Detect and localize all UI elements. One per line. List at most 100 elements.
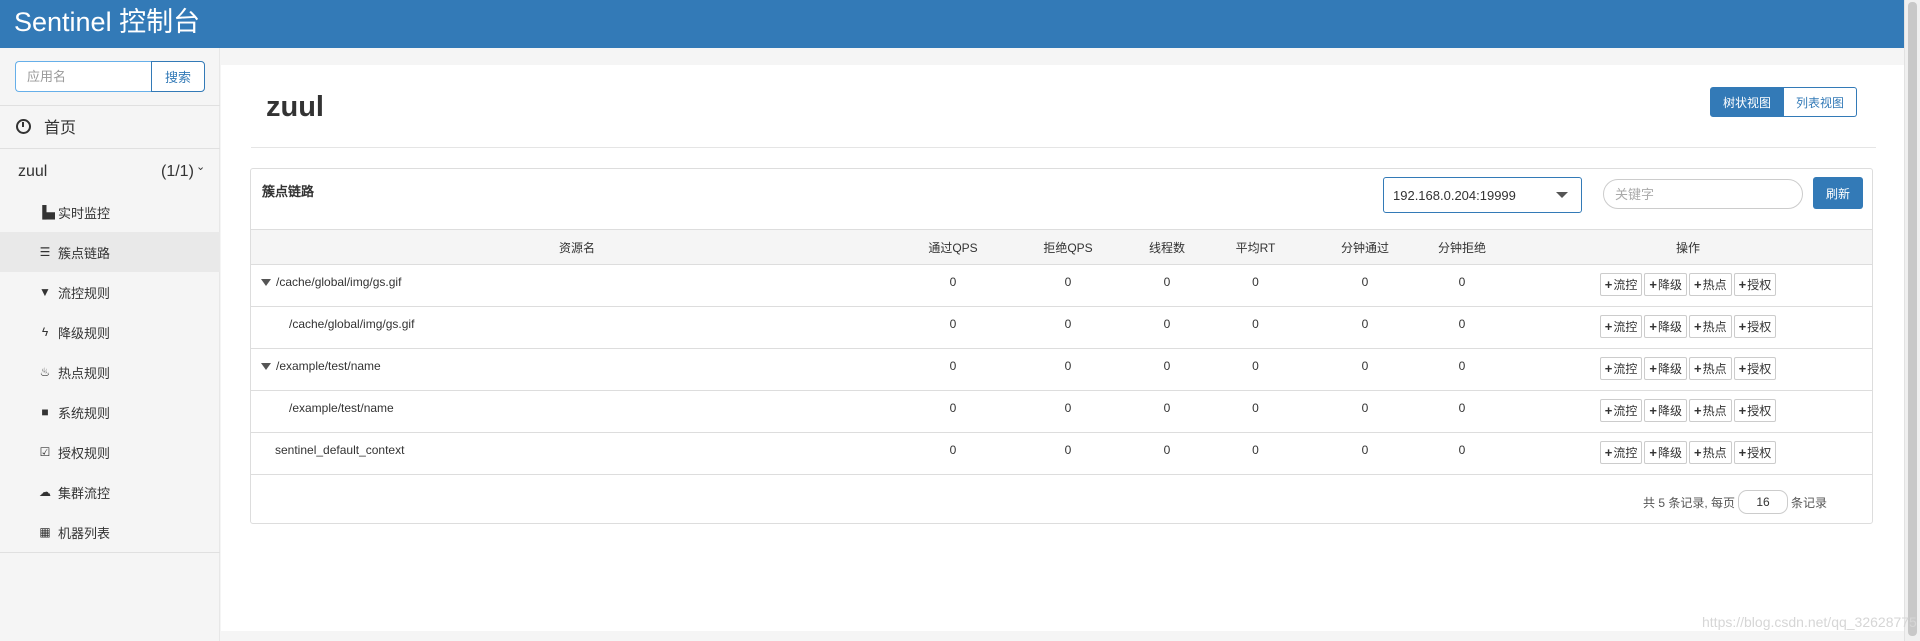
add-rule-button[interactable]: +授权 [1733,441,1777,464]
scrollbar[interactable] [1904,0,1920,641]
add-rule-button[interactable]: +流控 [1599,357,1643,380]
sidebar-item-label: 实时监控 [58,205,111,221]
action-label: 流控 [1613,362,1638,376]
sidebar-menu-item[interactable]: ☑ 授权规则 [0,432,220,472]
expand-toggle-icon[interactable] [261,279,271,287]
column-header: 线程数 [1133,229,1201,265]
plus-icon: + [1738,361,1747,376]
resource-cell: sentinel_default_context [251,433,903,475]
add-rule-button[interactable]: +热点 [1689,399,1732,422]
machine-select[interactable]: 192.168.0.204:19999 [1383,177,1582,213]
pager-suffix: 条记录 [1791,495,1828,510]
add-rule-button[interactable]: +热点 [1689,357,1732,380]
page-title: zuul [266,91,324,123]
metric-cell: 0 [1252,275,1259,289]
panel-title: 簇点链路 [262,184,315,199]
sidebar-app-zuul[interactable]: zuul (1/1) ⌄ [0,157,220,187]
sidebar-menu-item[interactable]: ϟ 降级规则 [0,312,220,352]
plus-icon: + [1694,403,1702,418]
resource-cell: /example/test/name [251,349,903,391]
metric-cell: 0 [1064,443,1072,457]
column-header: 操作 [1504,229,1872,265]
app-search-input[interactable] [15,61,151,92]
metric-cell: 0 [1163,443,1171,457]
action-label: 热点 [1702,320,1727,334]
scrollbar-thumb[interactable] [1908,2,1917,636]
add-rule-button[interactable]: +热点 [1689,441,1732,464]
refresh-button[interactable]: 刷新 [1813,177,1863,209]
add-rule-button[interactable]: +降级 [1644,399,1687,422]
sidebar-menu-item[interactable]: ♨ 热点规则 [0,352,220,392]
divider [0,552,220,553]
action-label: 授权 [1747,446,1772,460]
add-rule-button[interactable]: +降级 [1644,315,1687,338]
keyword-input[interactable] [1603,179,1803,209]
sidebar-menu-item[interactable]: ▐▄ 实时监控 [0,192,220,232]
divider [251,147,1876,148]
sidebar-menu-item[interactable]: ☁ 集群流控 [0,472,220,512]
action-label: 流控 [1613,278,1638,292]
add-rule-button[interactable]: +授权 [1733,273,1777,296]
chevron-down-icon: ⌄ [196,161,206,173]
view-toggle: 树状视图 列表视图 [1710,87,1858,117]
metric-cell: 0 [1361,401,1369,415]
add-rule-button[interactable]: +流控 [1599,273,1643,296]
action-label: 流控 [1613,404,1638,418]
plus-icon: + [1738,277,1747,292]
metric-cell: 0 [949,275,957,289]
metric-cell: 0 [1064,275,1072,289]
add-rule-button[interactable]: +流控 [1599,315,1643,338]
add-rule-button[interactable]: +授权 [1733,399,1777,422]
resource-name: /example/test/name [289,401,394,415]
top-navbar: Sentinel 控制台 [0,0,1904,48]
sidebar-menu-item[interactable]: ☰ 簇点链路 [0,232,220,272]
sidebar-item-label: 首页 [44,120,77,137]
add-rule-button[interactable]: +流控 [1599,399,1643,422]
add-rule-button[interactable]: +降级 [1644,273,1687,296]
search-button[interactable]: 搜索 [151,61,205,92]
list-view-button[interactable]: 列表视图 [1784,87,1858,117]
add-rule-button[interactable]: +授权 [1733,315,1777,338]
app-machine-count: (1/1) [161,163,194,180]
action-label: 授权 [1747,278,1772,292]
metric-cell: 0 [1163,317,1171,331]
add-rule-button[interactable]: +授权 [1733,357,1777,380]
page-size-input[interactable]: 16 [1738,490,1789,514]
resource-name: /cache/global/img/gs.gif [289,317,415,331]
metric-cell: 0 [1361,359,1369,373]
sidebar-menu-item[interactable]: ■ 系统规则 [0,392,220,432]
add-rule-button[interactable]: +降级 [1644,357,1687,380]
metric-cell: 0 [1163,275,1171,289]
plus-icon: + [1649,445,1657,460]
actions-cell: +流控 +降级 +热点 +授权 [1504,265,1872,307]
plus-icon: + [1738,319,1747,334]
sidebar-menu-item[interactable]: ▦ 机器列表 [0,512,220,552]
table-row: /cache/global/img/gs.gif 0 0 0 0 0 0 +流控 +降级 +热点 +… [251,307,1872,349]
grid-icon: ▦ [39,525,51,539]
expand-toggle-icon[interactable] [261,363,271,371]
add-rule-button[interactable]: +降级 [1644,441,1687,464]
column-header: 分钟拒绝 [1420,229,1504,265]
plus-icon: + [1738,445,1747,460]
add-rule-button[interactable]: +热点 [1689,315,1732,338]
add-rule-button[interactable]: +热点 [1689,273,1732,296]
table-body: /cache/global/img/gs.gif 0 0 0 0 0 0 +流控 +降级 +热点 +… [251,265,1872,475]
resource-table: 资源名 通过QPS 拒绝QPS 线程数 平均RT 分钟通过 分钟拒绝 操作 /cache/gl… [251,229,1872,475]
bar-chart-icon: ▐▄ [38,205,56,219]
actions-cell: +流控 +降级 +热点 +授权 [1504,307,1872,349]
resource-name: /example/test/name [276,359,381,373]
sidebar-item-home[interactable]: 首页 [0,105,220,147]
column-header: 分钟通过 [1310,229,1420,265]
tree-view-button[interactable]: 树状视图 [1710,87,1785,117]
lock-icon: ■ [41,405,49,419]
metric-cell: 0 [1163,359,1171,373]
resource-panel: 簇点链路 192.168.0.204:19999 刷新 资源名通过QPS拒绝QP… [250,168,1873,524]
sidebar-item-label: 机器列表 [58,525,111,541]
actions-cell: +流控 +降级 +热点 +授权 [1504,349,1872,391]
sidebar-menu-item[interactable]: ▼ 流控规则 [0,272,220,312]
add-rule-button[interactable]: +流控 [1599,441,1643,464]
divider [0,148,220,149]
app-title[interactable]: Sentinel 控制台 [14,5,200,39]
metric-cell: 0 [1458,275,1466,289]
plus-icon: + [1649,319,1657,334]
